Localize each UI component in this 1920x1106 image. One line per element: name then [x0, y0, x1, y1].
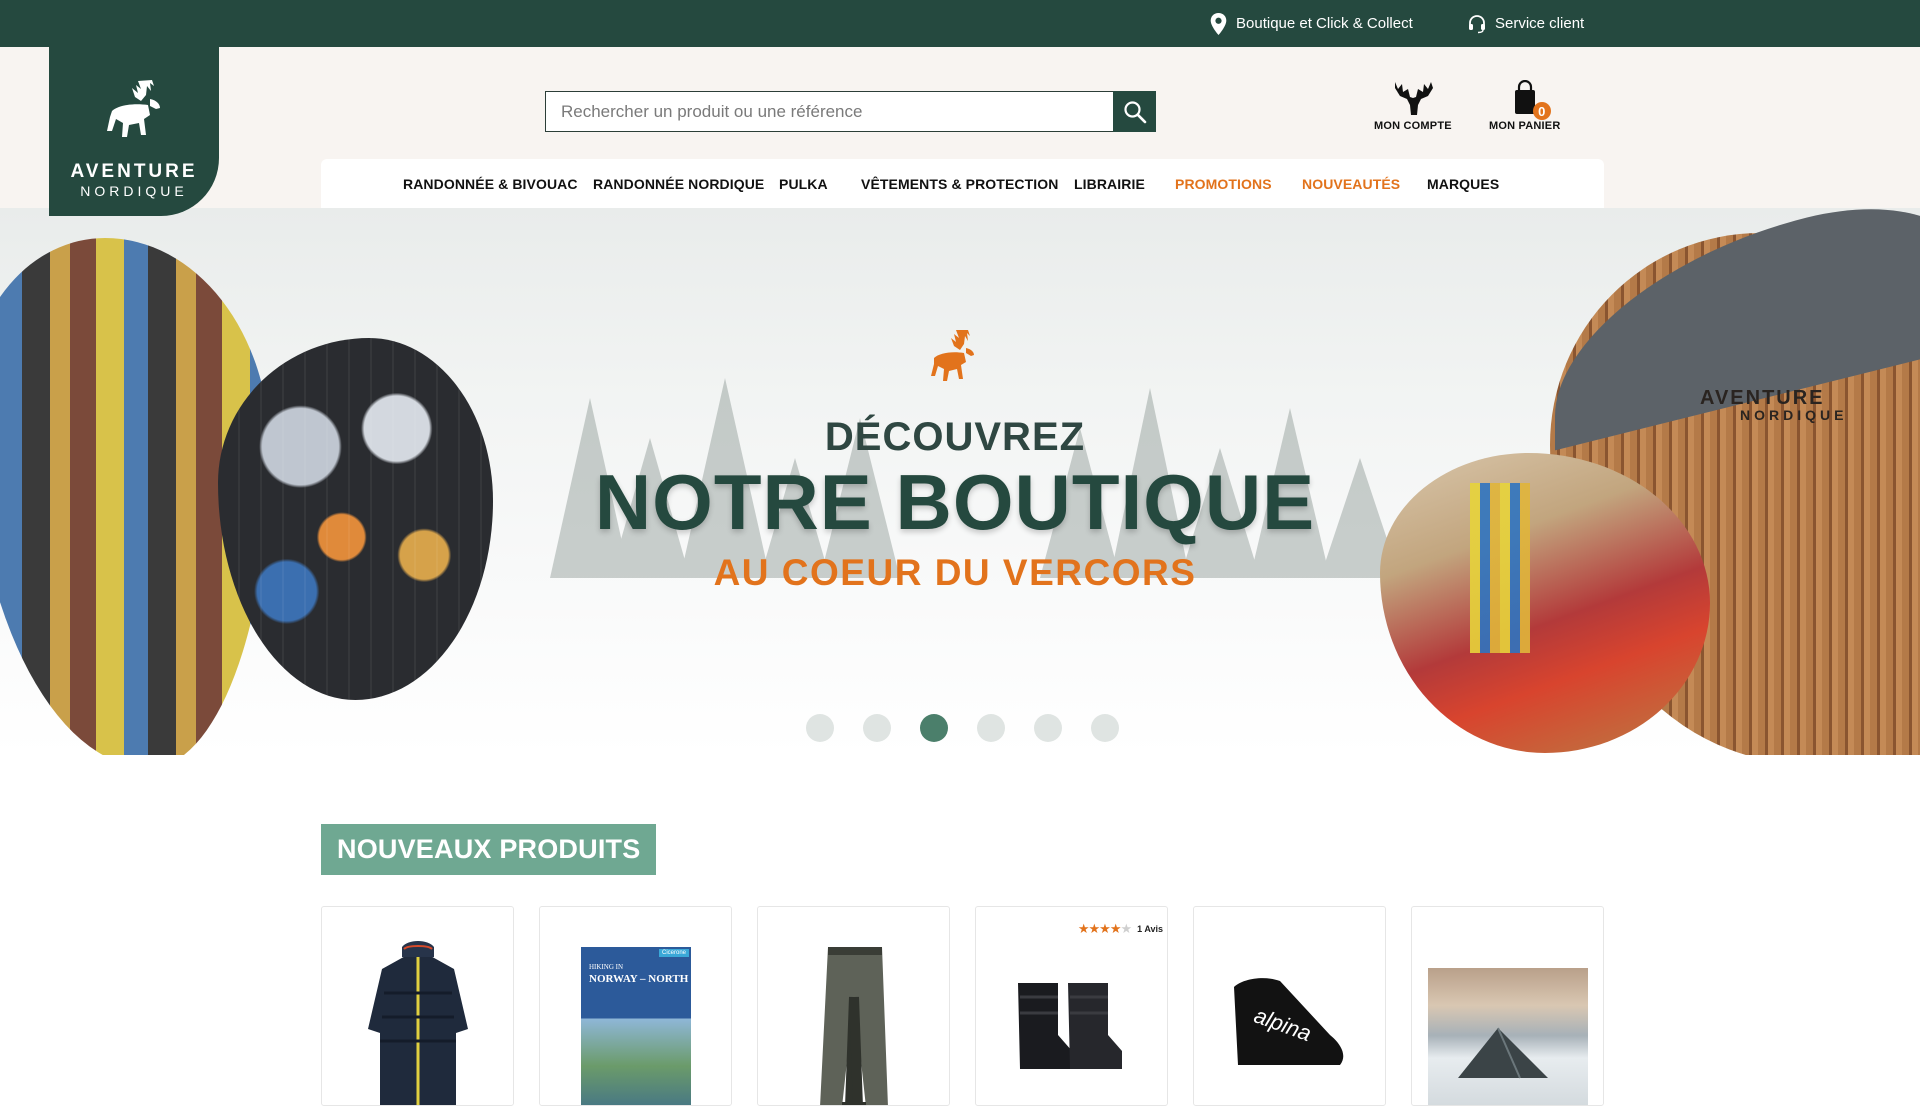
hero-title: NOTRE BOUTIQUE	[594, 458, 1316, 546]
product-card[interactable]	[321, 906, 514, 1106]
cart-count-badge: 0	[1532, 102, 1551, 120]
book-badge: Cicerone	[658, 949, 689, 957]
chalet-sign-line2: NORDIQUE	[1740, 407, 1848, 423]
customer-service-link[interactable]: Service client	[1467, 0, 1584, 47]
main-nav: RANDONNÉE & BIVOUAC RANDONNÉE NORDIQUE P…	[321, 159, 1604, 208]
trousers-product-image	[820, 947, 888, 1105]
chalet-sign: AVENTURE NORDIQUE	[1700, 388, 1920, 448]
slider-dot-6[interactable]	[1091, 714, 1119, 742]
slider-dot-4[interactable]	[977, 714, 1005, 742]
slider-dots	[806, 714, 1119, 742]
nav-item-randonnee-bivouac[interactable]: RANDONNÉE & BIVOUAC	[403, 159, 578, 208]
hero-pretitle: DÉCOUVREZ	[824, 415, 1086, 459]
reindeer-orange-icon	[931, 330, 974, 381]
search-button[interactable]	[1113, 91, 1156, 132]
product-card[interactable]	[1411, 906, 1604, 1106]
ski-boot-product-image: alpina	[1234, 978, 1344, 1065]
review-count: 1 Avis	[1137, 924, 1163, 934]
book-product-image: Cicerone HIKING IN NORWAY – NORTH	[581, 947, 691, 1105]
slider-dot-3[interactable]	[920, 714, 948, 742]
book-title: NORWAY – NORTH	[589, 973, 689, 985]
location-pin-icon	[1210, 12, 1227, 35]
top-bar: Boutique et Click & Collect Service clie…	[0, 0, 1920, 47]
product-card[interactable]	[757, 906, 950, 1106]
jacket-product-image	[368, 941, 468, 1105]
headset-icon	[1469, 14, 1485, 33]
store-interior-photo-2	[218, 338, 493, 700]
product-card[interactable]: Cicerone HIKING IN NORWAY – NORTH	[539, 906, 732, 1106]
cart-button[interactable]: 0 MON PANIER	[1489, 79, 1561, 132]
store-link[interactable]: Boutique et Click & Collect	[1209, 0, 1413, 47]
hero-text: DÉCOUVREZ NOTRE BOUTIQUE AU COEUR DU VER…	[560, 328, 1350, 594]
logo-text-line1: AVENTURE	[70, 161, 198, 182]
hero-banner[interactable]: AVENTURE NORDIQUE DÉCOUVREZ NOTRE BOUTIQ…	[0, 208, 1920, 755]
book-pretitle: HIKING IN	[589, 963, 624, 971]
account-button[interactable]: MON COMPTE	[1374, 80, 1452, 132]
nav-item-promotions[interactable]: PROMOTIONS	[1175, 159, 1272, 208]
product-card[interactable]: ★★★★★ 1 Avis	[975, 906, 1168, 1106]
store-link-label: Boutique et Click & Collect	[1236, 15, 1413, 32]
site-logo[interactable]: AVENTURE NORDIQUE	[49, 47, 219, 216]
product-rating: ★★★★★ 1 Avis	[1078, 921, 1163, 937]
hero-subtitle: AU COEUR DU VERCORS	[713, 551, 1197, 593]
search-icon	[1123, 100, 1146, 123]
nav-item-marques[interactable]: MARQUES	[1427, 159, 1499, 208]
slider-dot-2[interactable]	[863, 714, 891, 742]
tent-product-image	[1428, 968, 1588, 1105]
rating-stars-icon: ★★★★★	[1077, 921, 1132, 936]
chalet-sign-line1: AVENTURE	[1700, 387, 1825, 409]
deer-head-icon	[1394, 82, 1433, 115]
cart-label: MON PANIER	[1489, 120, 1561, 132]
slider-dot-5[interactable]	[1034, 714, 1062, 742]
product-card[interactable]: alpina	[1193, 906, 1386, 1106]
nav-item-nouveautes[interactable]: NOUVEAUTÉS	[1302, 159, 1400, 208]
search-bar	[545, 91, 1156, 132]
reindeer-logo-icon	[107, 80, 160, 137]
customer-service-label: Service client	[1495, 15, 1585, 32]
search-input[interactable]	[545, 91, 1113, 132]
nav-item-vetements-protection[interactable]: VÊTEMENTS & PROTECTION	[861, 159, 1058, 208]
account-label: MON COMPTE	[1374, 120, 1452, 132]
nav-item-pulka[interactable]: PULKA	[779, 159, 828, 208]
logo-text-line2: NORDIQUE	[80, 183, 188, 199]
section-title-new-products: NOUVEAUX PRODUITS	[321, 824, 657, 875]
slider-dot-1[interactable]	[806, 714, 834, 742]
nav-item-randonnee-nordique[interactable]: RANDONNÉE NORDIQUE	[593, 159, 764, 208]
nav-item-librairie[interactable]: LIBRAIRIE	[1074, 159, 1145, 208]
